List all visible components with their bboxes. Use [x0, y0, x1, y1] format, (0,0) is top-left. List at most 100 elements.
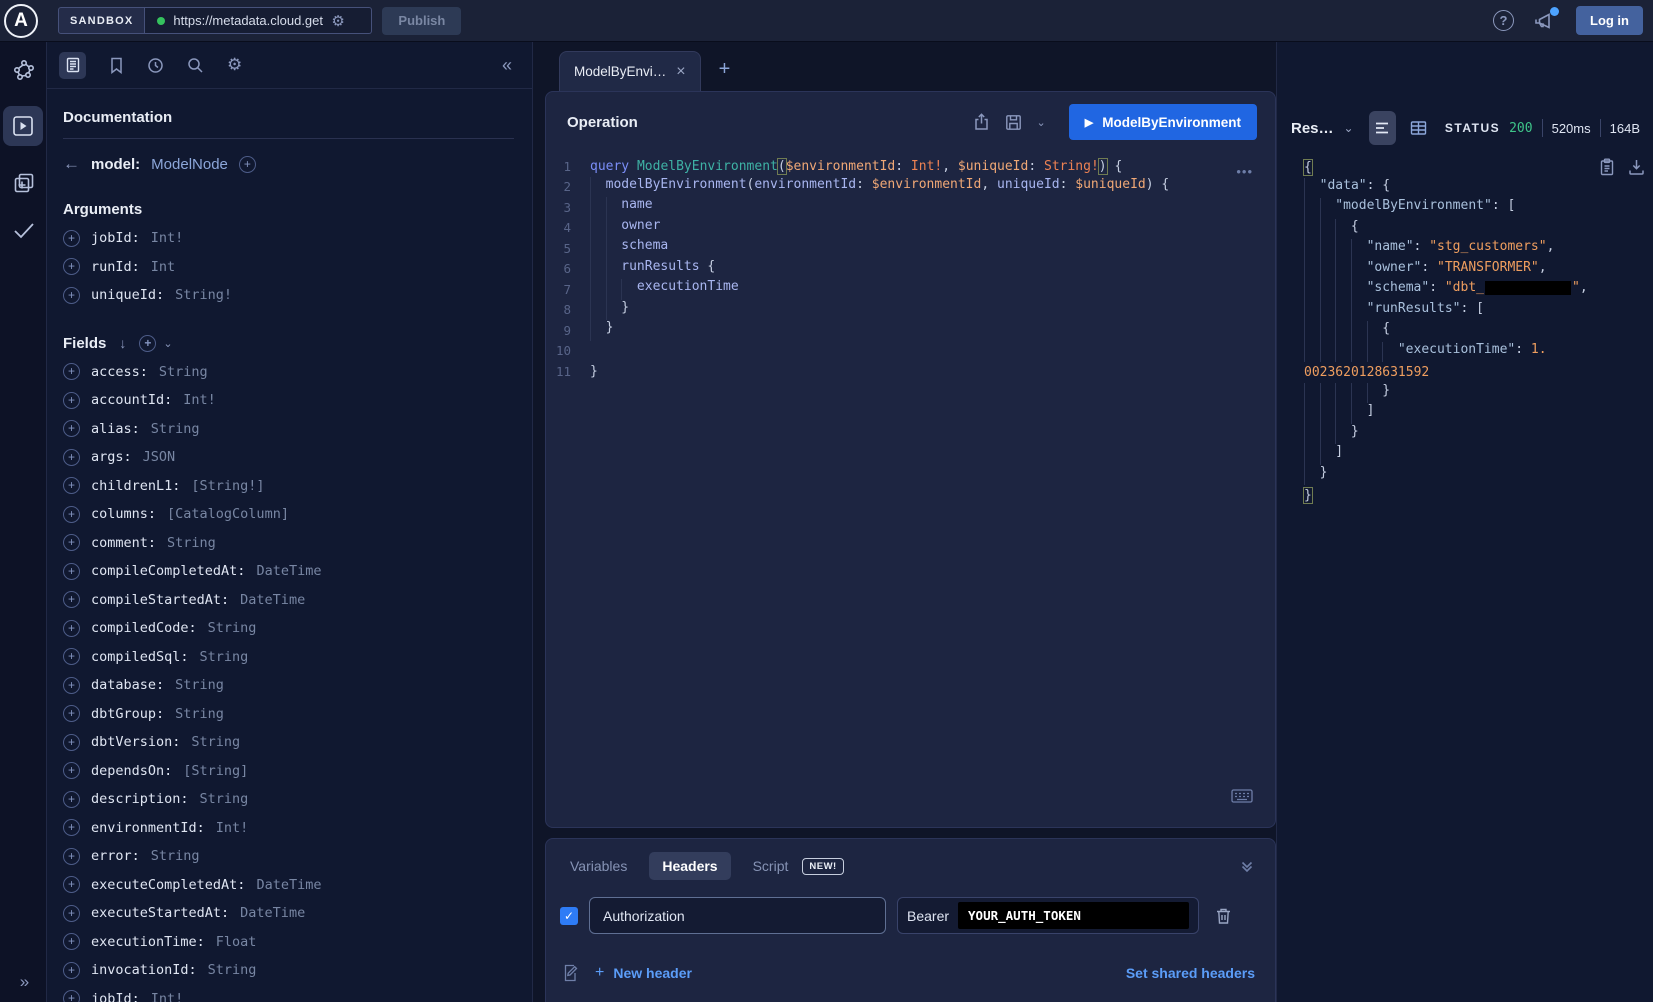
field-type[interactable]: String — [208, 962, 257, 978]
field-type[interactable]: String — [191, 734, 240, 750]
login-button[interactable]: Log in — [1576, 6, 1643, 35]
field-row[interactable]: +compiledSql:String — [63, 643, 514, 672]
add-to-operation-button[interactable]: + — [63, 819, 80, 836]
tab-variables[interactable]: Variables — [570, 858, 627, 874]
field-type[interactable]: Int — [151, 259, 175, 275]
field-row[interactable]: +args:JSON — [63, 443, 514, 472]
tab-script[interactable]: Script — [753, 858, 789, 874]
add-to-operation-button[interactable]: + — [63, 258, 80, 275]
help-icon[interactable]: ? — [1493, 10, 1514, 31]
add-to-operation-button[interactable]: + — [63, 477, 80, 494]
add-to-operation-button[interactable]: + — [63, 705, 80, 722]
response-title[interactable]: Res… — [1291, 120, 1334, 137]
field-row[interactable]: +comment:String — [63, 529, 514, 558]
field-row[interactable]: +alias:String — [63, 415, 514, 444]
add-to-operation-button[interactable]: + — [63, 848, 80, 865]
field-row[interactable]: +compileStartedAt:DateTime — [63, 586, 514, 615]
field-row[interactable]: +columns:[CatalogColumn] — [63, 500, 514, 529]
endpoint-url-input[interactable] — [173, 13, 323, 28]
field-row[interactable]: +jobId:Int! — [63, 985, 514, 1002]
field-row[interactable]: +invocationId:String — [63, 956, 514, 985]
field-type[interactable]: String — [175, 677, 224, 693]
field-type[interactable]: Int! — [183, 392, 216, 408]
bookmarks-icon[interactable] — [109, 57, 124, 74]
close-tab-icon[interactable]: × — [676, 63, 685, 81]
field-type[interactable]: Int! — [216, 820, 249, 836]
field-type[interactable]: String — [200, 649, 249, 665]
field-row[interactable]: +database:String — [63, 671, 514, 700]
field-type[interactable]: DateTime — [256, 563, 321, 579]
delete-header-icon[interactable] — [1215, 907, 1232, 925]
endpoint-settings-gear-icon[interactable]: ⚙ — [331, 12, 344, 30]
argument-row[interactable]: +uniqueId:String! — [63, 281, 514, 310]
add-to-operation-button[interactable]: + — [63, 734, 80, 751]
more-menu-icon[interactable]: ••• — [1236, 164, 1253, 179]
edit-document-icon[interactable] — [562, 964, 579, 982]
download-response-icon[interactable] — [1628, 158, 1645, 176]
add-to-operation-button[interactable]: + — [63, 648, 80, 665]
field-row[interactable]: +description:String — [63, 785, 514, 814]
add-fields-chevron-icon[interactable]: ⌄ — [163, 337, 172, 350]
field-type[interactable]: [CatalogColumn] — [167, 506, 289, 522]
field-row[interactable]: +dbtGroup:String — [63, 700, 514, 729]
field-row[interactable]: +executeStartedAt:DateTime — [63, 899, 514, 928]
sort-fields-icon[interactable]: ↓ — [119, 335, 126, 351]
header-enabled-checkbox[interactable]: ✓ — [560, 907, 578, 925]
field-type[interactable]: Int! — [151, 230, 184, 246]
field-type[interactable]: DateTime — [240, 592, 305, 608]
checklist-icon[interactable] — [0, 220, 47, 242]
argument-row[interactable]: +runId:Int — [63, 253, 514, 282]
add-to-operation-button[interactable]: + — [63, 506, 80, 523]
announcements-icon[interactable] — [1534, 11, 1556, 31]
search-icon[interactable] — [187, 57, 204, 74]
run-operation-button[interactable]: ▶ ModelByEnvironment — [1069, 104, 1257, 140]
field-row[interactable]: +childrenL1:[String!] — [63, 472, 514, 501]
field-row[interactable]: +accountId:Int! — [63, 386, 514, 415]
add-to-operation-button[interactable]: + — [63, 392, 80, 409]
new-header-button[interactable]: + New header — [595, 964, 692, 982]
header-value-field[interactable]: Bearer YOUR_AUTH_TOKEN — [897, 897, 1199, 934]
field-type[interactable]: DateTime — [256, 877, 321, 893]
tab-headers[interactable]: Headers — [649, 852, 730, 880]
add-to-operation-button[interactable]: + — [63, 962, 80, 979]
back-button[interactable]: ← — [63, 154, 80, 174]
add-to-operation-button[interactable]: + — [63, 762, 80, 779]
add-to-operation-button[interactable]: + — [63, 449, 80, 466]
field-type[interactable]: Int! — [151, 991, 184, 1002]
add-to-operation-button[interactable]: + — [63, 563, 80, 580]
collapse-panel-chevron-icon[interactable] — [1239, 858, 1255, 874]
add-to-operation-button[interactable]: + — [63, 534, 80, 551]
field-row[interactable]: +error:String — [63, 842, 514, 871]
field-type[interactable]: String — [159, 364, 208, 380]
field-row[interactable]: +access:String — [63, 358, 514, 387]
doc-settings-icon[interactable]: ⚙ — [227, 55, 242, 75]
add-to-operation-button[interactable]: + — [63, 287, 80, 304]
documentation-tab-icon[interactable] — [59, 52, 86, 79]
view-raw-toggle-icon[interactable] — [1369, 111, 1396, 145]
field-row[interactable]: +environmentId:Int! — [63, 814, 514, 843]
field-type[interactable]: String — [200, 791, 249, 807]
share-icon[interactable] — [973, 113, 990, 131]
add-to-operation-button[interactable]: + — [63, 420, 80, 437]
set-shared-headers-link[interactable]: Set shared headers — [1126, 965, 1255, 981]
field-type[interactable]: [String!] — [191, 478, 264, 494]
field-type[interactable]: String — [151, 421, 200, 437]
field-row[interactable]: +dbtVersion:String — [63, 728, 514, 757]
field-type[interactable]: String — [167, 535, 216, 551]
field-type[interactable]: DateTime — [240, 905, 305, 921]
add-to-operation-button[interactable]: + — [63, 620, 80, 637]
field-type[interactable]: Float — [216, 934, 257, 950]
field-type[interactable]: JSON — [143, 449, 176, 465]
operation-editor[interactable]: 1query ModelByEnvironment($environmentId… — [546, 156, 1275, 382]
add-fields-button[interactable]: + — [139, 335, 156, 352]
copy-response-icon[interactable] — [1599, 158, 1615, 176]
add-to-operation-button[interactable]: + — [63, 933, 80, 950]
operation-collections-icon[interactable] — [0, 172, 47, 194]
add-to-operation-button[interactable]: + — [63, 791, 80, 808]
field-row[interactable]: +compileCompletedAt:DateTime — [63, 557, 514, 586]
add-all-fields-button[interactable]: + — [239, 156, 256, 173]
field-type[interactable]: String — [208, 620, 257, 636]
expand-sidebar-icon[interactable]: » — [0, 972, 47, 992]
new-tab-button[interactable]: + — [719, 58, 731, 81]
history-icon[interactable] — [147, 57, 164, 74]
